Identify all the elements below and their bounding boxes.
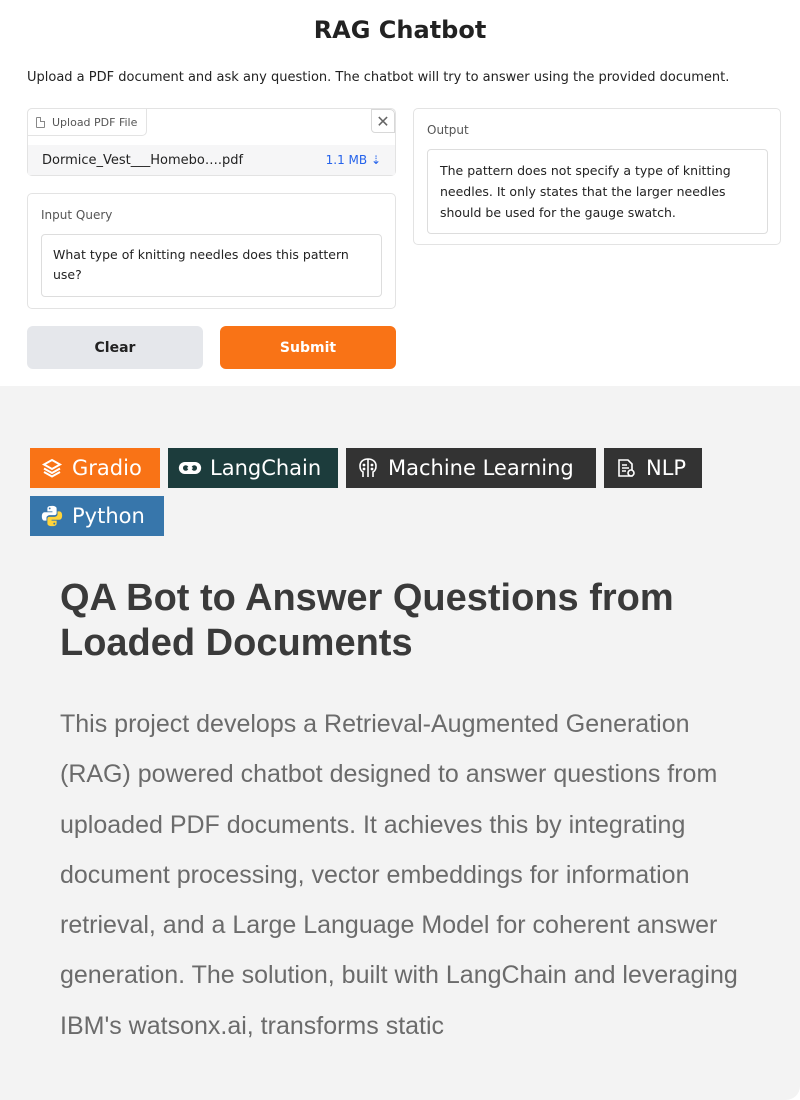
- tag-label: LangChain: [210, 456, 322, 480]
- app-description: Upload a PDF document and ask any questi…: [27, 70, 730, 85]
- input-query-label: Input Query: [41, 208, 113, 222]
- nlp-icon: [614, 456, 638, 480]
- upload-label: Upload PDF File: [27, 108, 148, 136]
- clear-button[interactable]: Clear: [27, 326, 203, 369]
- uploaded-file-row: Dormice_Vest___Homebo….pdf 1.1 MB ⇣: [28, 145, 395, 175]
- output-textbox[interactable]: The pattern does not specify a type of k…: [427, 149, 768, 234]
- project-body: This project develops a Retrieval-Augmen…: [60, 710, 738, 1040]
- app-title: RAG Chatbot: [313, 16, 487, 44]
- gradio-app: RAG Chatbot Upload a PDF document and as…: [0, 0, 800, 386]
- tag-label: NLP: [646, 456, 687, 480]
- tag-label: Machine Learning: [388, 456, 574, 480]
- project-title: QA Bot to Answer Questions from Loaded D…: [60, 577, 674, 664]
- output-label: Output: [427, 123, 469, 137]
- tag-langchain: LangChain: [168, 448, 338, 488]
- brain-icon: [356, 456, 380, 480]
- tag-machine-learning: Machine Learning: [346, 448, 596, 488]
- file-icon: [36, 116, 45, 128]
- project-description-panel: Gradio LangChain Machine Learning NLP Py…: [0, 386, 800, 1100]
- tag-nlp: NLP: [604, 448, 702, 488]
- python-icon: [40, 504, 64, 528]
- file-upload-box[interactable]: Upload PDF File ✕ Dormice_Vest___Homebo……: [27, 108, 396, 176]
- upload-label-text: Upload PDF File: [52, 115, 138, 129]
- gradio-icon: [40, 456, 64, 480]
- tag-label: Python: [72, 504, 145, 528]
- file-name: Dormice_Vest___Homebo….pdf: [42, 152, 244, 168]
- submit-button[interactable]: Submit: [220, 326, 396, 369]
- remove-file-button[interactable]: ✕: [371, 109, 395, 133]
- output-panel: Output The pattern does not specify a ty…: [413, 108, 781, 245]
- input-query-panel: Input Query What type of knitting needle…: [27, 193, 396, 309]
- tag-label: Gradio: [72, 456, 142, 480]
- file-download-link[interactable]: 1.1 MB ⇣: [326, 153, 381, 167]
- tag-gradio: Gradio: [30, 448, 160, 488]
- langchain-icon: [178, 456, 202, 480]
- input-query-textarea[interactable]: What type of knitting needles does this …: [41, 234, 382, 297]
- tag-python: Python: [30, 496, 164, 536]
